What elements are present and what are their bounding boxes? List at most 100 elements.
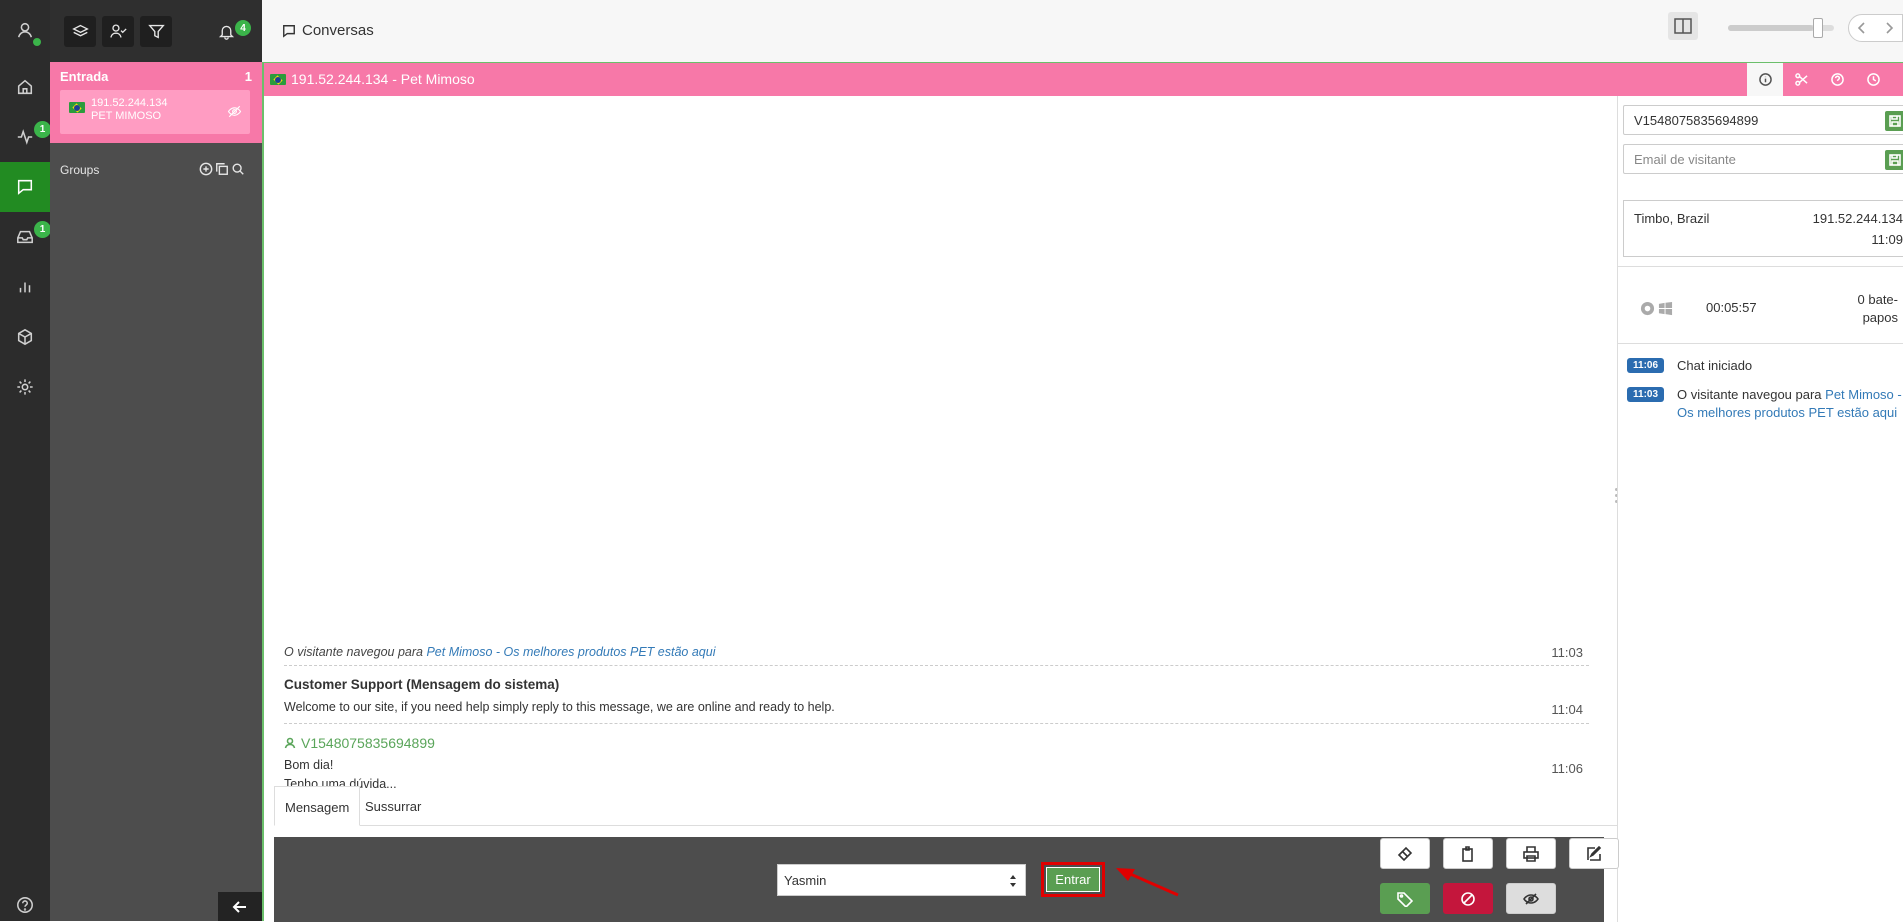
edit-button[interactable]	[1569, 838, 1619, 869]
filter-button[interactable]	[140, 16, 172, 47]
message-line: Bom dia!	[284, 758, 1589, 772]
zoom-slider-thumb[interactable]	[1813, 18, 1823, 38]
rail-help[interactable]	[0, 888, 50, 921]
email-field[interactable]: Email de visitante	[1623, 144, 1903, 174]
entrada-title: Entrada	[60, 69, 108, 84]
visitor-name: PET MIMOSO	[91, 110, 161, 122]
nav-message-prefix: O visitante navegou para	[284, 645, 426, 659]
columns-icon	[1674, 18, 1692, 34]
eye-off-icon[interactable]	[227, 104, 242, 119]
timeline-text: Chat iniciado	[1677, 357, 1752, 375]
clipboard-button[interactable]	[1443, 838, 1493, 869]
save-icon[interactable]	[1885, 150, 1903, 170]
tab-history[interactable]	[1855, 63, 1891, 96]
groups-label: Groups	[60, 163, 99, 177]
icon-rail: 1 1	[0, 0, 50, 921]
entrada-count: 1	[245, 69, 252, 84]
copy-icon[interactable]	[215, 162, 229, 176]
chat-title: 191.52.244.134 - Pet Mimoso	[291, 71, 475, 87]
notifications-badge: 4	[235, 20, 251, 36]
zoom-slider-fill	[1728, 25, 1813, 31]
visitor-id-field[interactable]: V1548075835694899	[1623, 105, 1903, 135]
tab-info[interactable]	[1747, 63, 1783, 96]
chat-window: 191.52.244.134 - Pet Mimoso O visitante …	[262, 62, 1903, 921]
visitor-sender-name: V1548075835694899	[301, 735, 435, 751]
inbox-badge: 1	[34, 221, 51, 238]
tab-mensagem[interactable]: Mensagem	[274, 786, 360, 826]
top-header: Conversas	[262, 0, 1903, 62]
arrow-left-icon	[232, 899, 248, 915]
bell-icon	[218, 23, 235, 40]
tag-button[interactable]	[1380, 883, 1430, 914]
tab-navigation	[1848, 14, 1903, 42]
rail-home[interactable]	[0, 62, 50, 112]
print-button[interactable]	[1506, 838, 1556, 869]
visitor-sender: V1548075835694899	[284, 735, 1589, 751]
timeline-time: 11:06	[1627, 358, 1664, 373]
tab-help[interactable]	[1819, 63, 1855, 96]
entrar-highlight: Entrar	[1041, 862, 1105, 897]
rail-user[interactable]	[0, 5, 50, 55]
message-time: 11:06	[1551, 761, 1583, 776]
chrome-icon	[1640, 301, 1655, 316]
rail-settings[interactable]	[0, 362, 50, 412]
tab-close[interactable]	[1891, 63, 1903, 96]
annotation-arrow-icon	[1112, 863, 1182, 899]
add-group-icon[interactable]	[199, 162, 213, 176]
transfer-button[interactable]	[1380, 838, 1430, 869]
visitor-ip: 191.52.244.134	[91, 97, 167, 109]
session-info: 00:05:57 0 bate-papos	[1618, 266, 1903, 344]
print-icon	[1523, 846, 1539, 862]
chats-count: 0 bate-papos	[1828, 291, 1898, 327]
brazil-flag-icon	[69, 102, 85, 113]
message-list: O visitante navegou para Pet Mimoso - Os…	[264, 96, 1617, 826]
chevron-left-icon[interactable]	[1849, 15, 1876, 41]
layers-button[interactable]	[64, 16, 96, 47]
info-icon	[1759, 73, 1772, 86]
clock-icon	[1867, 73, 1880, 86]
user-check-button[interactable]	[102, 16, 134, 47]
visitor-city: Timbo, Brazil	[1634, 211, 1709, 226]
chat-icon	[16, 178, 34, 196]
eye-off-icon	[1523, 891, 1539, 907]
tab-sussurrar[interactable]: Sussurrar	[355, 786, 431, 826]
block-button[interactable]	[1443, 883, 1493, 914]
save-icon[interactable]	[1885, 111, 1903, 131]
rail-chat[interactable]	[0, 162, 50, 212]
operator-select[interactable]: Yasmin	[777, 864, 1026, 896]
chat-header-tabs	[1747, 63, 1903, 96]
layers-icon	[72, 23, 89, 40]
entrar-button[interactable]: Entrar	[1046, 867, 1100, 892]
layout-toggle-button[interactable]	[1668, 12, 1698, 40]
activity-icon	[16, 128, 34, 146]
ban-icon	[1460, 891, 1476, 907]
clipboard-icon	[1460, 846, 1476, 862]
rail-statistics[interactable]	[0, 262, 50, 312]
browser-os-icons	[1640, 301, 1673, 316]
composer-tabs: Mensagem Sussurrar	[274, 786, 1617, 826]
nav-message: O visitante navegou para Pet Mimoso - Os…	[284, 645, 1589, 659]
visitor-list-item[interactable]: 191.52.244.134 PET MIMOSO	[60, 90, 250, 134]
chevron-right-icon[interactable]	[1876, 15, 1903, 41]
action-row-bottom	[1380, 883, 1556, 914]
tab-scissors[interactable]	[1783, 63, 1819, 96]
timeline-prefix: O visitante navegou para	[1677, 387, 1825, 402]
action-row-top	[1380, 838, 1619, 869]
tag-icon	[1397, 891, 1413, 907]
message-sender: Customer Support (Mensagem do sistema)	[284, 677, 1589, 692]
online-status-dot	[31, 36, 43, 48]
home-icon	[16, 78, 34, 96]
nav-message-link[interactable]: Pet Mimoso - Os melhores produtos PET es…	[426, 645, 715, 659]
scissors-icon	[1795, 73, 1808, 86]
collapse-panel-button[interactable]	[218, 892, 262, 921]
user-check-icon	[110, 23, 127, 40]
rail-modules[interactable]	[0, 312, 50, 362]
hide-button[interactable]	[1506, 883, 1556, 914]
windows-icon	[1658, 301, 1673, 316]
chat-header: 191.52.244.134 - Pet Mimoso	[264, 63, 1903, 96]
help-icon	[16, 896, 34, 914]
location-box: Timbo, Brazil 191.52.244.134 11:09	[1623, 200, 1903, 257]
message-divider	[284, 665, 1589, 666]
timeline-time: 11:03	[1627, 387, 1664, 402]
search-icon[interactable]	[231, 162, 245, 176]
